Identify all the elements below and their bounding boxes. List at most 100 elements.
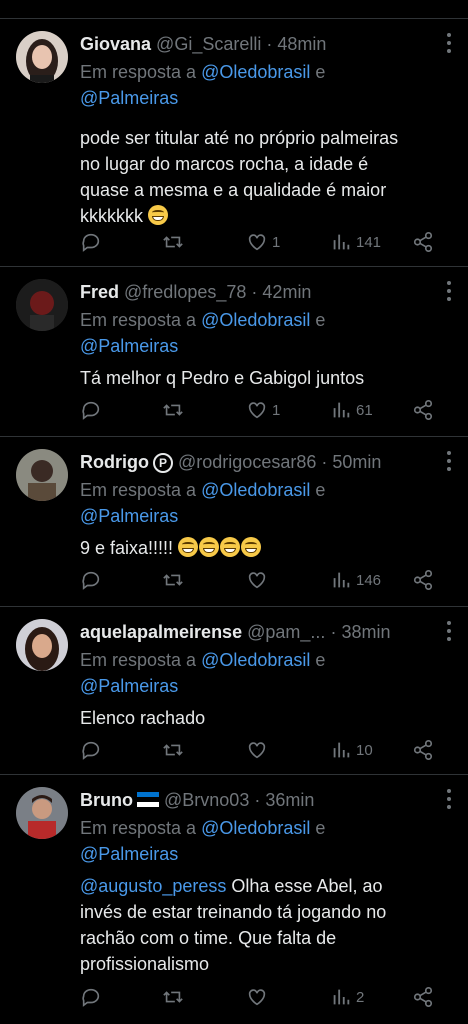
share-icon bbox=[413, 570, 433, 590]
reply-and: e bbox=[315, 480, 326, 500]
views-button[interactable]: 10 bbox=[330, 737, 373, 763]
heart-icon bbox=[248, 572, 266, 589]
mention-link[interactable]: @Oledobrasil bbox=[201, 650, 310, 670]
text-line: rachão com o time. Que falta de bbox=[80, 928, 337, 948]
retweet-icon bbox=[163, 991, 183, 1003]
text-line: pode ser titular até no próprio palmeira… bbox=[80, 128, 399, 148]
reply-icon bbox=[82, 741, 100, 760]
reply-icon bbox=[82, 988, 100, 1007]
reply-icon bbox=[82, 233, 100, 252]
display-name[interactable]: aquelapalmeirense bbox=[80, 622, 242, 642]
mention-link[interactable]: @Palmeiras bbox=[80, 88, 178, 108]
display-name[interactable]: Bruno bbox=[80, 790, 133, 810]
view-count: 146 bbox=[356, 571, 382, 589]
reply-button[interactable] bbox=[80, 397, 102, 423]
like-button[interactable] bbox=[246, 984, 272, 1010]
reply-button[interactable] bbox=[80, 229, 102, 255]
avatar[interactable] bbox=[16, 31, 68, 83]
tweet[interactable]: Giovana @Gi_Scarelli · 48min Em resposta… bbox=[0, 18, 468, 266]
mention-link[interactable]: @Palmeiras bbox=[80, 844, 178, 864]
user-handle[interactable]: @rodrigocesar86 bbox=[178, 452, 316, 472]
like-button[interactable]: 1 bbox=[246, 397, 280, 423]
mention-link[interactable]: @Oledobrasil bbox=[201, 480, 310, 500]
share-icon bbox=[413, 400, 433, 420]
reply-button[interactable] bbox=[80, 567, 102, 593]
tweet[interactable]: Fred @fredlopes_78 · 42min Em resposta a… bbox=[0, 266, 468, 436]
reply-icon bbox=[82, 401, 100, 420]
share-button[interactable] bbox=[412, 737, 434, 763]
tweet-text: @augusto_peress Olha esse Abel, ao invés… bbox=[80, 873, 452, 977]
separator: · bbox=[266, 34, 273, 54]
reply-context: Em resposta a @Oledobrasil e @Palmeiras bbox=[80, 477, 452, 529]
text-line: profissionalismo bbox=[80, 954, 210, 974]
avatar[interactable] bbox=[16, 787, 68, 839]
heart-icon bbox=[248, 742, 266, 759]
reply-button[interactable] bbox=[80, 737, 102, 763]
text-line: kkkkkkk bbox=[80, 206, 143, 226]
display-name[interactable]: Giovana bbox=[80, 34, 151, 54]
mention-link[interactable]: @Palmeiras bbox=[80, 506, 178, 526]
retweet-button[interactable] bbox=[162, 984, 184, 1010]
text-content: 9 e faixa!!!!! bbox=[80, 538, 174, 558]
reply-prefix: Em resposta a bbox=[80, 480, 197, 500]
share-button[interactable] bbox=[412, 397, 434, 423]
mention-link[interactable]: @Oledobrasil bbox=[201, 818, 310, 838]
timestamp[interactable]: 36min bbox=[265, 790, 314, 810]
heart-icon bbox=[248, 989, 266, 1006]
tweet[interactable]: Bruno @Brvno03 · 36min Em resposta a @Ol… bbox=[0, 774, 468, 1024]
retweet-button[interactable] bbox=[162, 567, 184, 593]
avatar[interactable] bbox=[16, 279, 68, 331]
retweet-button[interactable] bbox=[162, 229, 184, 255]
retweet-icon bbox=[163, 574, 183, 586]
separator: · bbox=[321, 452, 328, 472]
mention-link[interactable]: @Palmeiras bbox=[80, 336, 178, 356]
mention-link[interactable]: @Oledobrasil bbox=[201, 62, 310, 82]
user-handle[interactable]: @Gi_Scarelli bbox=[156, 34, 261, 54]
like-button[interactable]: 1 bbox=[246, 229, 280, 255]
user-handle[interactable]: @Brvno03 bbox=[164, 790, 249, 810]
mention-link[interactable]: @Oledobrasil bbox=[201, 310, 310, 330]
display-name[interactable]: Rodrigo bbox=[80, 452, 149, 472]
separator: · bbox=[251, 282, 258, 302]
reply-context: Em resposta a @Oledobrasil e @Palmeiras bbox=[80, 647, 452, 699]
reply-and: e bbox=[315, 818, 326, 838]
grinning-sweat-emoji bbox=[241, 537, 262, 557]
tweet[interactable]: Rodrigo P @rodrigocesar86 · 50min Em resp… bbox=[0, 436, 468, 606]
share-button[interactable] bbox=[412, 567, 434, 593]
user-handle[interactable]: @pam_... bbox=[247, 622, 325, 642]
views-button[interactable]: 61 bbox=[330, 397, 373, 423]
avatar[interactable] bbox=[16, 449, 68, 501]
retweet-button[interactable] bbox=[162, 737, 184, 763]
reply-button[interactable] bbox=[80, 984, 102, 1010]
share-button[interactable] bbox=[412, 229, 434, 255]
display-name[interactable]: Fred bbox=[80, 282, 119, 302]
reply-prefix: Em resposta a bbox=[80, 310, 197, 330]
user-handle[interactable]: @fredlopes_78 bbox=[124, 282, 246, 302]
mention-link[interactable]: @augusto_peress bbox=[80, 876, 226, 896]
separator: · bbox=[330, 622, 337, 642]
views-button[interactable]: 2 bbox=[330, 984, 364, 1010]
timestamp[interactable]: 42min bbox=[262, 282, 311, 302]
like-button[interactable] bbox=[246, 567, 272, 593]
reply-context: Em resposta a @Oledobrasil e @Palmeiras bbox=[80, 59, 452, 111]
timestamp[interactable]: 38min bbox=[341, 622, 390, 642]
views-button[interactable]: 141 bbox=[330, 229, 381, 255]
share-icon bbox=[413, 987, 433, 1007]
reply-icon bbox=[82, 571, 100, 590]
timestamp[interactable]: 48min bbox=[277, 34, 326, 54]
mention-link[interactable]: @Palmeiras bbox=[80, 676, 178, 696]
views-icon bbox=[333, 742, 350, 758]
views-icon bbox=[333, 234, 350, 250]
share-button[interactable] bbox=[412, 984, 434, 1010]
retweet-icon bbox=[163, 744, 183, 756]
views-button[interactable]: 146 bbox=[330, 567, 381, 593]
heart-icon bbox=[248, 234, 266, 251]
avatar[interactable] bbox=[16, 619, 68, 671]
like-button[interactable] bbox=[246, 737, 272, 763]
grinning-sweat-emoji bbox=[220, 537, 241, 557]
retweet-button[interactable] bbox=[162, 397, 184, 423]
timestamp[interactable]: 50min bbox=[332, 452, 381, 472]
tweet-text: 9 e faixa!!!!! bbox=[80, 535, 452, 561]
tweet[interactable]: aquelapalmeirense @pam_... · 38min Em re… bbox=[0, 606, 468, 774]
reply-context: Em resposta a @Oledobrasil e @Palmeiras bbox=[80, 815, 452, 867]
